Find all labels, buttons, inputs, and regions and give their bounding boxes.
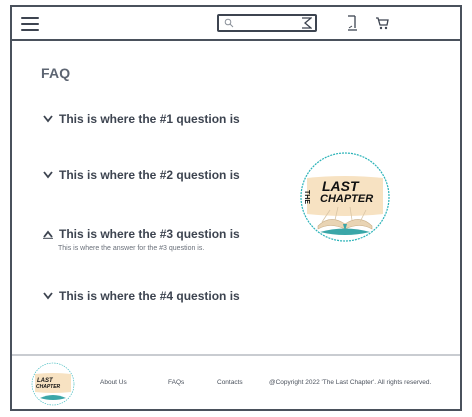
logo-text-last: LAST xyxy=(322,178,360,194)
faq-question-text: This is where the #1 question is xyxy=(59,112,240,126)
account-icon[interactable] xyxy=(346,15,358,31)
page-frame: FAQ This is where the #1 question is Thi… xyxy=(10,5,462,411)
logo-text-chapter: CHAPTER xyxy=(320,193,373,205)
chevron-down-icon xyxy=(43,171,53,179)
footer-link-about-us[interactable]: About Us xyxy=(100,379,127,386)
footer-logo-text-chapter: CHAPTER xyxy=(36,384,61,390)
header xyxy=(12,7,460,41)
menu-icon[interactable] xyxy=(21,17,39,31)
logo-text-the: THE xyxy=(303,190,310,204)
footer: LAST CHAPTER About Us FAQs Contacts @Cop… xyxy=(12,354,460,409)
search-bar xyxy=(217,14,317,32)
page-title: FAQ xyxy=(41,65,71,81)
faq-question-text: This is where the #3 question is xyxy=(59,227,240,241)
chevron-down-icon xyxy=(43,115,53,123)
search-icon xyxy=(224,18,234,28)
faq-question-text: This is where the #4 question is xyxy=(59,289,240,303)
search-input[interactable] xyxy=(235,16,307,30)
faq-answer-3: This is where the answer for the #3 ques… xyxy=(58,245,205,252)
the-last-chapter-logo: THE LAST CHAPTER xyxy=(300,152,390,242)
footer-logo[interactable]: LAST CHAPTER xyxy=(31,362,75,406)
chevron-down-icon xyxy=(43,292,53,300)
faq-question-text: This is where the #2 question is xyxy=(59,168,240,182)
footer-link-contacts[interactable]: Contacts xyxy=(217,379,243,386)
footer-link-faqs[interactable]: FAQs xyxy=(168,379,184,386)
copyright-text: @Copyright 2022 'The Last Chapter'. All … xyxy=(269,379,432,386)
search-submit-icon[interactable] xyxy=(301,17,312,29)
cart-icon[interactable] xyxy=(375,16,389,30)
chevron-up-icon xyxy=(43,230,53,239)
